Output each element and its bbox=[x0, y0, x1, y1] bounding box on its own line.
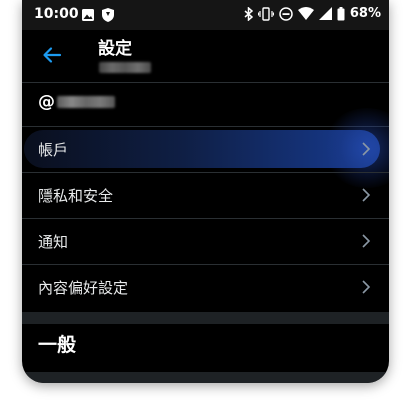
chevron-right-icon bbox=[361, 141, 371, 157]
chevron-right-icon bbox=[361, 187, 371, 203]
menu-item-label: 內容偏好設定 bbox=[38, 279, 129, 297]
battery-percent: 68% bbox=[349, 6, 381, 21]
divider bbox=[22, 82, 389, 83]
phone-screen: 10:00 68% 設定 @ 帳戶 隱私和安全 通知 內容偏好設定 一般 bbox=[22, 0, 389, 383]
handle-redacted bbox=[57, 96, 115, 108]
do-not-disturb-icon bbox=[279, 6, 293, 21]
image-icon bbox=[81, 8, 95, 22]
section-separator bbox=[22, 372, 389, 383]
section-title-general: 一般 bbox=[38, 334, 77, 356]
menu-item-label: 帳戶 bbox=[38, 141, 69, 159]
status-bar: 10:00 68% bbox=[22, 0, 389, 30]
username-redacted bbox=[99, 62, 151, 73]
chevron-right-icon bbox=[361, 279, 371, 295]
handle-prefix: @ bbox=[38, 92, 55, 112]
menu-item-notifications[interactable]: 通知 bbox=[22, 219, 389, 264]
vibrate-icon bbox=[257, 6, 274, 21]
shield-icon bbox=[101, 7, 115, 23]
section-separator bbox=[22, 312, 389, 324]
battery-icon bbox=[337, 6, 345, 21]
menu-item-privacy[interactable]: 隱私和安全 bbox=[22, 173, 389, 218]
chevron-right-icon bbox=[361, 233, 371, 249]
menu-item-account[interactable]: 帳戶 bbox=[22, 127, 389, 172]
status-time: 10:00 bbox=[34, 6, 79, 22]
back-arrow-icon[interactable] bbox=[40, 43, 64, 67]
menu-item-content-preferences[interactable]: 內容偏好設定 bbox=[22, 265, 389, 310]
menu-item-label: 隱私和安全 bbox=[38, 187, 114, 205]
header: 設定 bbox=[22, 30, 389, 82]
wifi-icon bbox=[297, 7, 314, 20]
page-title: 設定 bbox=[98, 39, 132, 59]
menu-item-label: 通知 bbox=[38, 233, 69, 251]
bluetooth-icon bbox=[244, 6, 253, 21]
account-handle: @ bbox=[38, 92, 115, 112]
signal-icon bbox=[318, 7, 332, 20]
